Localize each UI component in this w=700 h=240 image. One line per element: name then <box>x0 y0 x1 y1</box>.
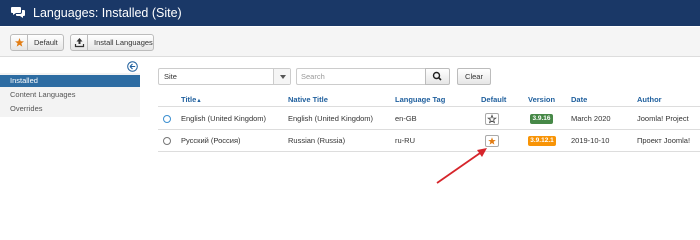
column-header-language-tag[interactable]: Language Tag <box>395 95 445 104</box>
sidebar: Installed Content Languages Overrides <box>0 73 140 117</box>
client-select-value: Site <box>164 72 177 81</box>
row-native-title: English (United Kingdom) <box>288 114 374 123</box>
comments-icon <box>11 7 25 18</box>
star-icon <box>488 137 496 145</box>
column-header-native-title[interactable]: Native Title <box>288 95 328 104</box>
column-header-date[interactable]: Date <box>571 95 587 104</box>
star-icon <box>11 35 28 50</box>
default-button[interactable]: Default <box>10 34 64 51</box>
client-select[interactable]: Site <box>158 68 291 85</box>
page-title: Languages: Installed (Site) <box>33 6 182 20</box>
row-date: March 2020 <box>571 114 611 123</box>
search-input[interactable] <box>296 68 426 85</box>
column-header-default[interactable]: Default <box>481 95 506 104</box>
row-title: Русский (Россия) <box>181 136 241 145</box>
star-outline-icon <box>487 114 497 124</box>
search-icon <box>432 71 442 81</box>
column-header-title[interactable]: Title▲ <box>181 95 202 104</box>
row-author: Проект Joomla! <box>637 136 691 145</box>
install-languages-button[interactable]: Install Languages <box>70 34 154 51</box>
collapse-sidebar-icon[interactable] <box>127 61 138 72</box>
row-select-radio[interactable] <box>163 115 171 123</box>
version-badge: 3.9.12.1 <box>528 136 556 146</box>
version-badge: 3.9.16 <box>530 114 553 124</box>
upload-icon <box>71 35 88 50</box>
sort-asc-icon: ▲ <box>196 98 202 104</box>
page-header: Languages: Installed (Site) <box>0 0 700 26</box>
row-language-tag: ru-RU <box>395 136 415 145</box>
install-languages-label: Install Languages <box>94 38 153 47</box>
table-header-divider <box>158 106 700 107</box>
default-button-label: Default <box>34 38 58 47</box>
set-default-star-button[interactable] <box>485 135 499 147</box>
row-divider <box>158 129 700 130</box>
row-author: Joomla! Project <box>637 114 689 123</box>
row-divider <box>158 151 700 152</box>
clear-button[interactable]: Clear <box>457 68 491 85</box>
sidebar-item-overrides[interactable]: Overrides <box>0 103 140 115</box>
default-star-button[interactable] <box>485 113 499 125</box>
row-native-title: Russian (Russia) <box>288 136 346 145</box>
sidebar-item-content-languages[interactable]: Content Languages <box>0 89 140 101</box>
column-header-author[interactable]: Author <box>637 95 662 104</box>
toolbar: Default Install Languages <box>0 27 700 57</box>
sidebar-item-installed[interactable]: Installed <box>0 75 140 87</box>
column-header-title-label: Title <box>181 95 197 104</box>
row-select-radio[interactable] <box>163 137 171 145</box>
row-date: 2019-10-10 <box>571 136 610 145</box>
chevron-down-icon <box>273 69 290 84</box>
row-title: English (United Kingdom) <box>181 114 267 123</box>
search-button[interactable] <box>425 68 450 85</box>
column-header-version[interactable]: Version <box>528 95 555 104</box>
row-language-tag: en-GB <box>395 114 417 123</box>
